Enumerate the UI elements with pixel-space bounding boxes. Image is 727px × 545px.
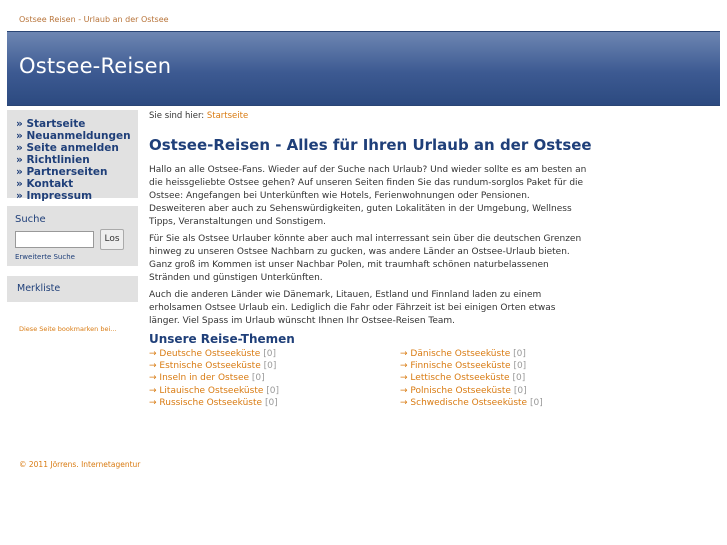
theme-link[interactable]: Lettische Ostseeküste bbox=[410, 373, 509, 383]
themes-list-left: → Deutsche Ostseeküste [0] → Estnische O… bbox=[149, 348, 279, 409]
search-box: Suche Los Erweiterte Suche bbox=[7, 206, 138, 266]
breadcrumb-current[interactable]: Startseite bbox=[207, 111, 248, 121]
countries-paragraph: Auch die anderen Länder wie Dänemark, Li… bbox=[149, 290, 556, 326]
breadcrumb: Sie sind hier: Startseite bbox=[149, 111, 248, 121]
list-item: → Schwedische Ostseeküste [0] bbox=[400, 397, 543, 409]
theme-count: [0] bbox=[266, 385, 280, 396]
theme-link[interactable]: Inseln in der Ostsee bbox=[159, 373, 249, 383]
arrow-right-icon: → bbox=[149, 349, 157, 359]
header-banner: Ostsee-Reisen bbox=[7, 31, 720, 106]
list-item: → Litauische Ostseeküste [0] bbox=[149, 385, 279, 397]
nav-item-seite-anmelden[interactable]: » Seite anmelden bbox=[16, 142, 138, 154]
page-title: Ostsee-Reisen - Alles für Ihren Urlaub a… bbox=[149, 136, 592, 154]
theme-count: [0] bbox=[513, 361, 527, 372]
theme-count: [0] bbox=[263, 349, 276, 359]
theme-link[interactable]: Litauische Ostseeküste bbox=[159, 386, 263, 396]
bookmark-box: Merkliste bbox=[7, 276, 138, 302]
arrow-right-icon: → bbox=[400, 397, 408, 408]
search-label: Suche bbox=[15, 214, 46, 225]
neighbors-paragraph: Für Sie als Ostsee Urlauber könnte aber … bbox=[149, 234, 582, 283]
arrow-right-icon: → bbox=[149, 373, 157, 384]
search-button[interactable]: Los bbox=[100, 229, 124, 250]
theme-link[interactable]: Russische Ostseeküste bbox=[159, 398, 262, 408]
arrow-right-icon: → bbox=[400, 361, 408, 372]
sidebar: » Startseite » Neuanmeldungen » Seite an… bbox=[7, 110, 138, 302]
intro-paragraph: Hallo an alle Ostsee-Fans. Wieder auf de… bbox=[149, 165, 587, 227]
list-item: → Lettische Ostseeküste [0] bbox=[400, 372, 543, 384]
bookmark-link[interactable]: Diese Seite bookmarken bei... bbox=[19, 325, 116, 333]
advanced-search-link[interactable]: Erweiterte Suche bbox=[15, 253, 75, 261]
site-title[interactable]: Ostsee-Reisen bbox=[19, 54, 171, 78]
nav-item-startseite[interactable]: » Startseite bbox=[16, 118, 138, 130]
search-input[interactable] bbox=[15, 231, 94, 248]
theme-count: [0] bbox=[529, 397, 543, 408]
theme-count: [0] bbox=[513, 385, 527, 396]
theme-link[interactable]: Dänische Ostseeküste bbox=[410, 349, 510, 359]
list-item: → Polnische Ostseeküste [0] bbox=[400, 385, 543, 397]
theme-link[interactable]: Polnische Ostseeküste bbox=[410, 386, 511, 396]
top-tagline: Ostsee Reisen - Urlaub an der Ostsee bbox=[19, 15, 169, 24]
arrow-right-icon: → bbox=[400, 373, 408, 384]
arrow-right-icon: → bbox=[149, 397, 157, 408]
nav-item-partnerseiten[interactable]: » Partnerseiten bbox=[16, 166, 138, 178]
theme-count: [0] bbox=[251, 373, 265, 384]
nav-item-neuanmeldungen[interactable]: » Neuanmeldungen bbox=[16, 130, 138, 142]
theme-count: [0] bbox=[512, 373, 526, 384]
themes-title: Unsere Reise-Themen bbox=[149, 332, 295, 346]
list-item: → Russische Ostseeküste [0] bbox=[149, 397, 279, 409]
footer-copyright[interactable]: © 2011 Jörrens. Internetagentur bbox=[19, 460, 140, 469]
theme-link[interactable]: Estnische Ostseeküste bbox=[159, 361, 260, 371]
nav-item-kontakt[interactable]: » Kontakt bbox=[16, 178, 138, 190]
list-item: → Deutsche Ostseeküste [0] bbox=[149, 348, 279, 360]
theme-link[interactable]: Schwedische Ostseeküste bbox=[410, 398, 527, 408]
theme-link[interactable]: Deutsche Ostseeküste bbox=[159, 349, 260, 359]
list-item: → Finnische Ostseeküste [0] bbox=[400, 360, 543, 372]
theme-count: [0] bbox=[263, 361, 277, 372]
arrow-right-icon: → bbox=[149, 361, 157, 372]
arrow-right-icon: → bbox=[149, 385, 157, 396]
theme-count: [0] bbox=[264, 397, 278, 408]
main-nav: » Startseite » Neuanmeldungen » Seite an… bbox=[7, 110, 138, 202]
nav-item-richtlinien[interactable]: » Richtlinien bbox=[16, 154, 138, 166]
arrow-right-icon: → bbox=[400, 385, 408, 396]
list-item: → Inseln in der Ostsee [0] bbox=[149, 372, 279, 384]
arrow-right-icon: → bbox=[400, 349, 408, 359]
themes-list-right: → Dänische Ostseeküste [0] → Finnische O… bbox=[400, 348, 543, 409]
bookmark-label: Merkliste bbox=[17, 283, 61, 294]
theme-link[interactable]: Finnische Ostseeküste bbox=[410, 361, 510, 371]
nav-item-impressum[interactable]: » Impressum bbox=[16, 190, 138, 202]
list-item: → Dänische Ostseeküste [0] bbox=[400, 348, 543, 360]
theme-count: [0] bbox=[513, 349, 526, 359]
list-item: → Estnische Ostseeküste [0] bbox=[149, 360, 279, 372]
breadcrumb-prefix: Sie sind hier: bbox=[149, 111, 205, 121]
